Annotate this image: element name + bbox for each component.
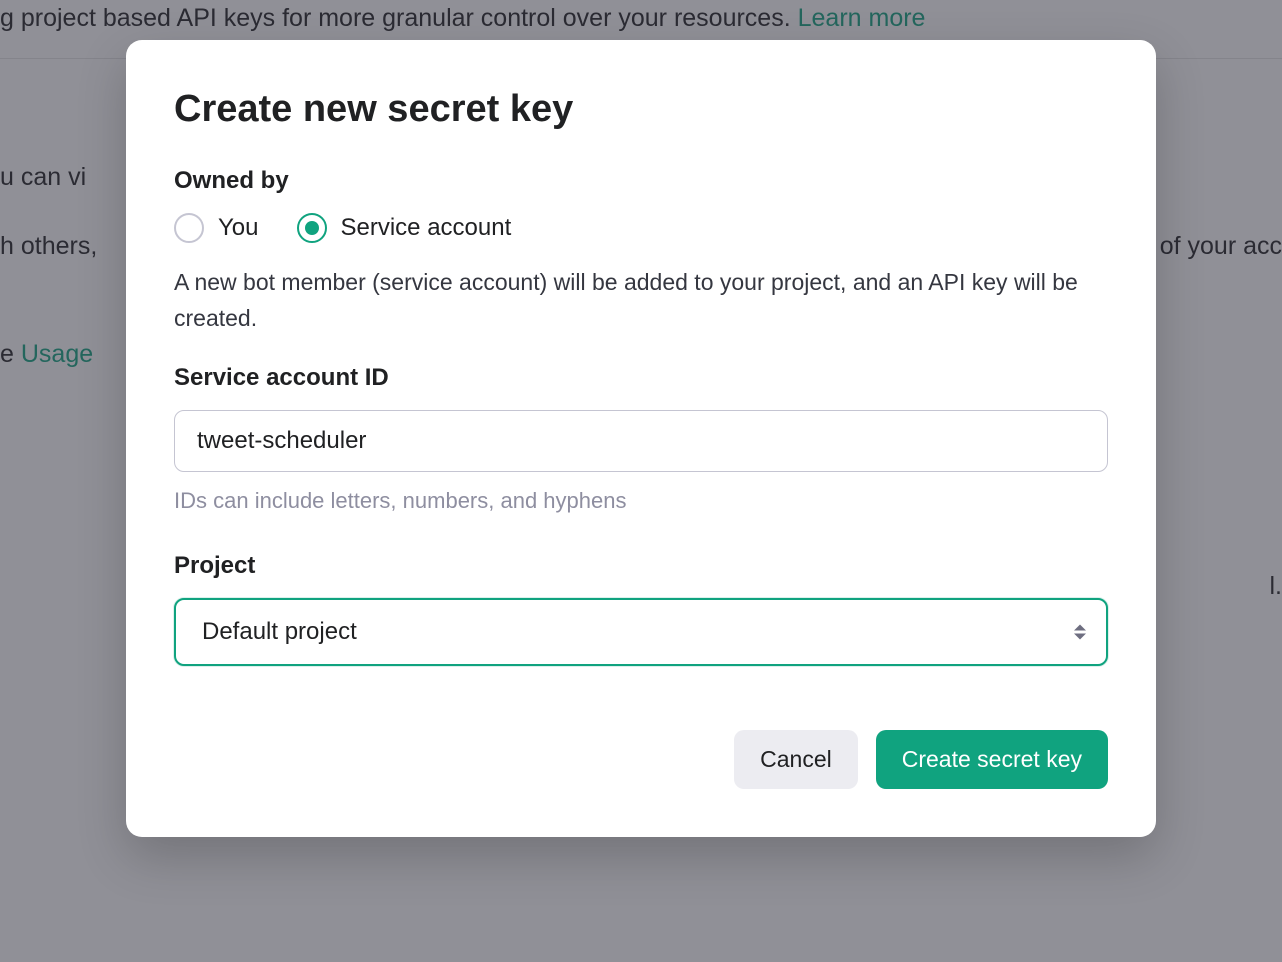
create-secret-key-modal: Create new secret key Owned by You Servi…: [126, 40, 1156, 837]
modal-button-row: Cancel Create secret key: [174, 730, 1108, 789]
service-account-id-label: Service account ID: [174, 364, 1108, 392]
project-select[interactable]: Default project: [174, 598, 1108, 666]
project-label: Project: [174, 552, 1108, 580]
service-account-description: A new bot member (service account) will …: [174, 265, 1108, 336]
modal-title: Create new secret key: [174, 88, 1108, 131]
owned-by-label: Owned by: [174, 167, 1108, 195]
project-selected-value: Default project: [202, 618, 357, 646]
radio-icon-selected: [297, 213, 327, 243]
radio-icon: [174, 213, 204, 243]
radio-label-service: Service account: [341, 214, 512, 242]
service-id-helper-text: IDs can include letters, numbers, and hy…: [174, 488, 1108, 514]
service-account-id-input[interactable]: [174, 410, 1108, 472]
cancel-button[interactable]: Cancel: [734, 730, 858, 789]
radio-label-you: You: [218, 214, 259, 242]
radio-option-service-account[interactable]: Service account: [297, 213, 512, 243]
radio-option-you[interactable]: You: [174, 213, 259, 243]
project-select-wrap: Default project: [174, 598, 1108, 666]
owned-by-radio-group: You Service account: [174, 213, 1108, 243]
radio-dot-icon: [305, 221, 319, 235]
modal-overlay[interactable]: Create new secret key Owned by You Servi…: [0, 0, 1282, 962]
create-secret-key-button[interactable]: Create secret key: [876, 730, 1108, 789]
